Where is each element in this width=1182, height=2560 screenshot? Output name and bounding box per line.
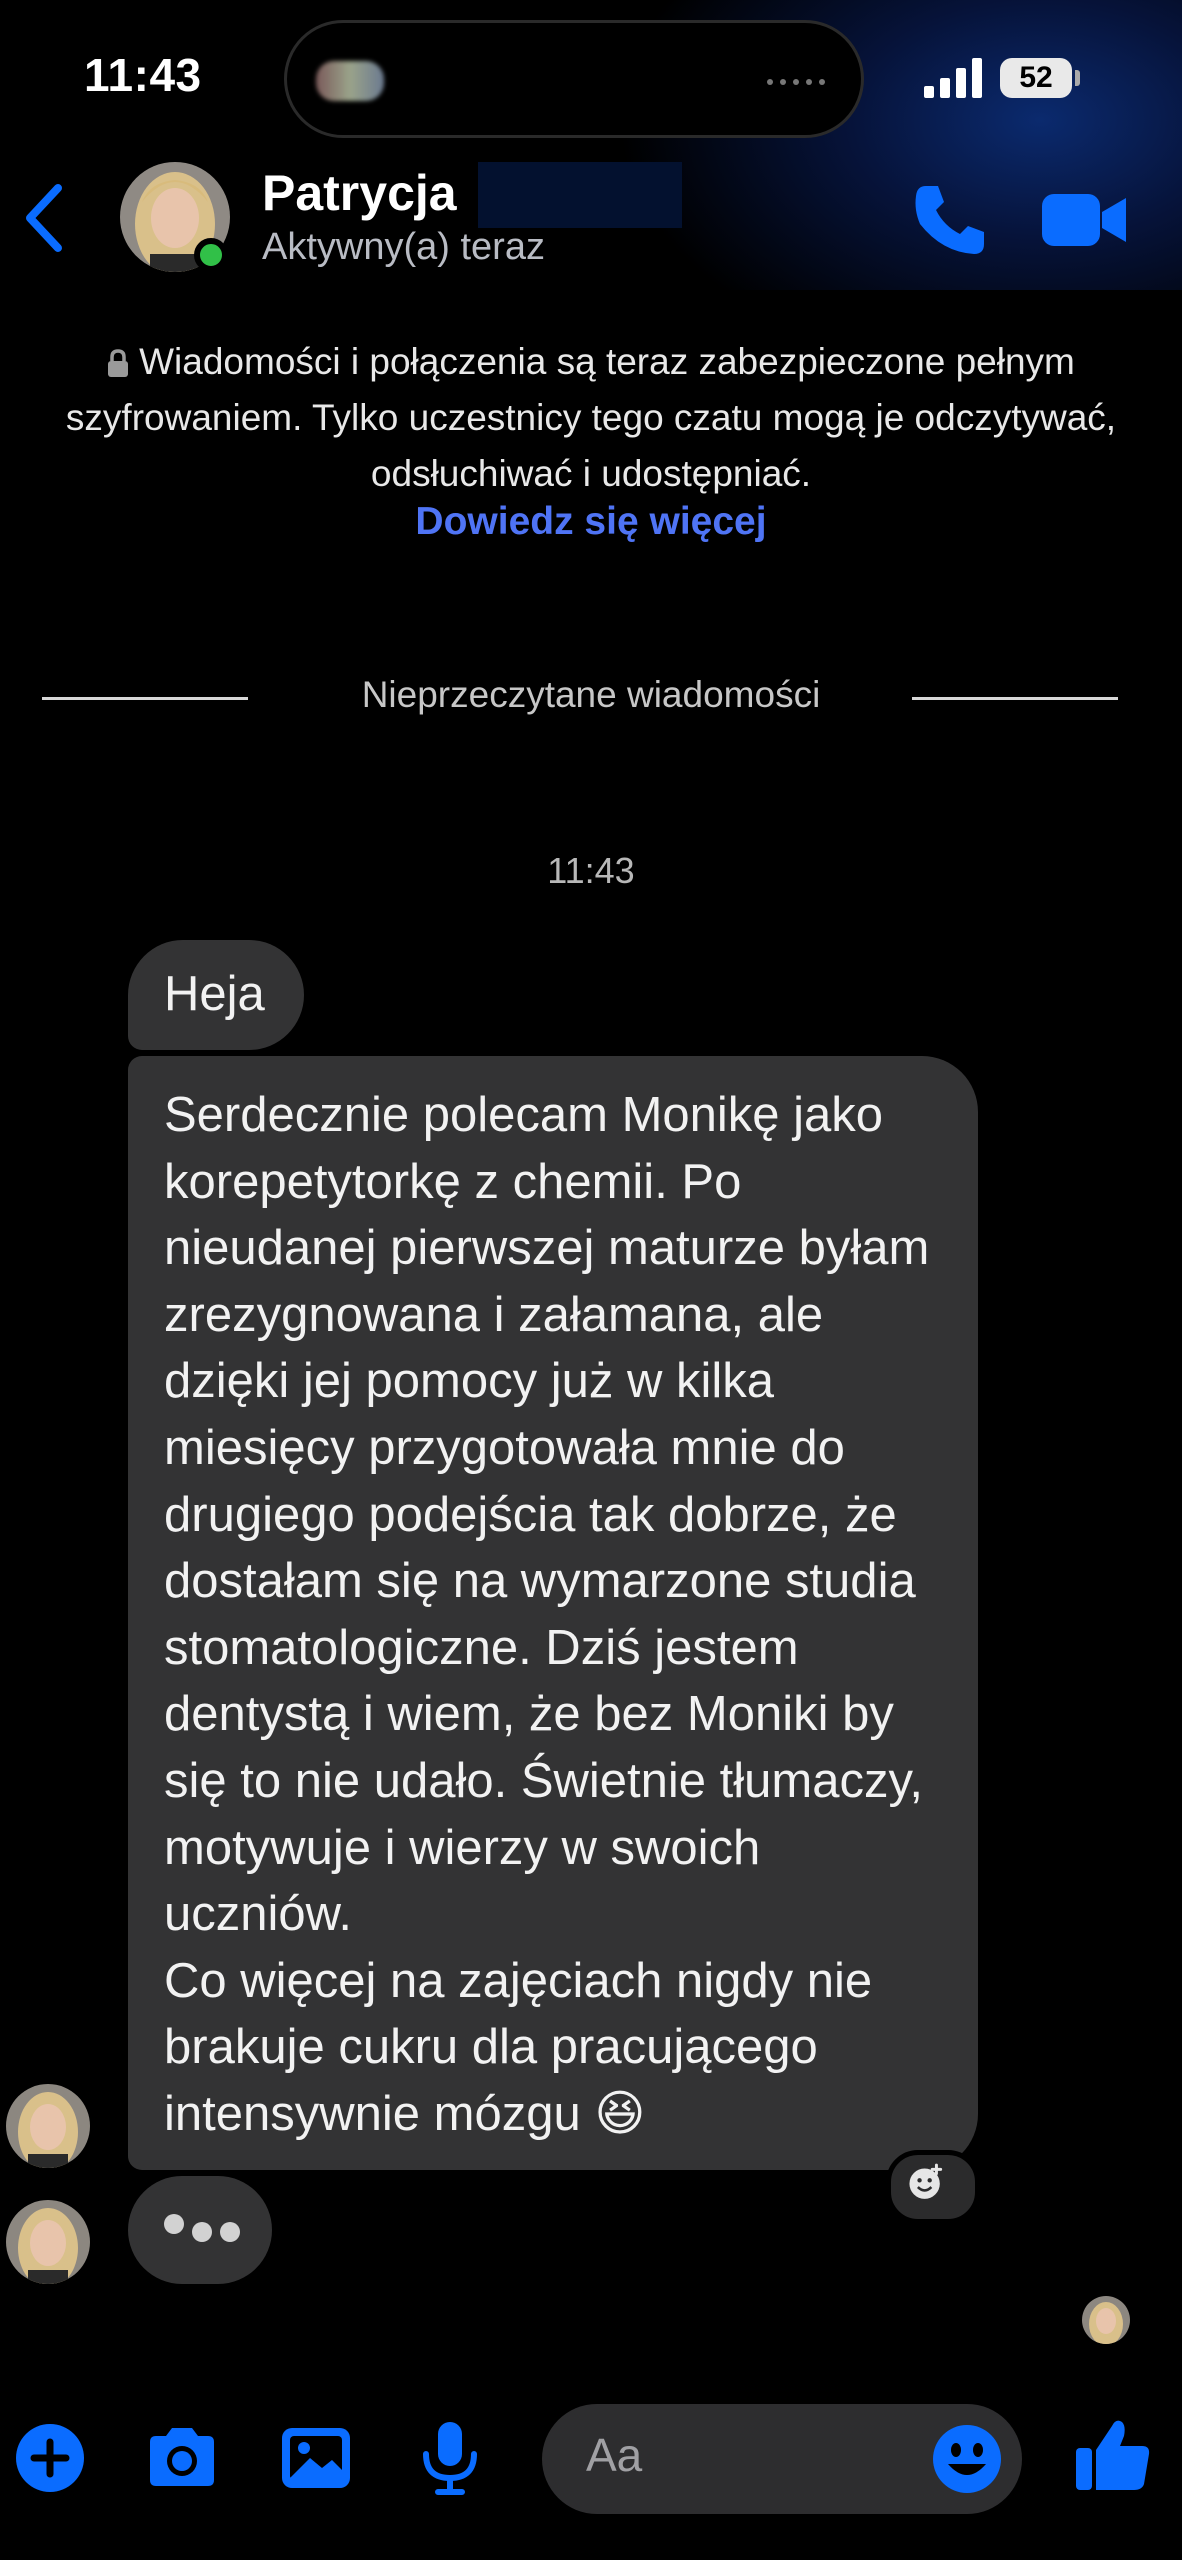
add-reaction-button[interactable] <box>886 2150 980 2224</box>
typing-avatar[interactable] <box>6 2200 90 2284</box>
status-time: 11:43 <box>84 49 202 101</box>
online-status-dot <box>194 238 228 272</box>
back-icon[interactable] <box>20 178 70 258</box>
island-waveform-icon <box>767 79 825 85</box>
island-media-artwork <box>316 61 384 101</box>
camera-icon[interactable] <box>142 2418 222 2498</box>
contact-name[interactable]: Patrycja <box>262 164 457 222</box>
plus-icon[interactable] <box>10 2418 90 2498</box>
message-input-placeholder: Aa <box>586 2429 643 2481</box>
name-redaction <box>478 162 682 228</box>
gallery-icon[interactable] <box>276 2418 356 2498</box>
message-bubble[interactable]: Heja <box>128 940 304 1050</box>
lock-icon <box>108 349 129 377</box>
battery-cap <box>1075 70 1080 86</box>
message-timestamp: 11:43 <box>547 850 635 891</box>
video-camera-icon[interactable] <box>1040 186 1130 254</box>
battery-icon: 52 <box>1000 58 1072 98</box>
encryption-notice: Wiadomości i połączenia są teraz zabezpi… <box>20 334 1162 502</box>
dynamic-island <box>284 20 864 138</box>
unread-divider-label: Nieprzeczytane wiadomości <box>361 674 821 715</box>
typing-dot <box>192 2222 212 2242</box>
typing-indicator <box>128 2176 272 2284</box>
typing-dot <box>220 2222 240 2242</box>
typing-dot <box>164 2214 184 2234</box>
emoji-icon[interactable] <box>930 2422 1004 2496</box>
message-bubble[interactable]: Serdecznie polecam Monikę jako korepetyt… <box>128 1056 978 2170</box>
emoji-plus-icon <box>909 2163 943 2199</box>
messenger-chat-screen: 11:43 52 Patrycja Aktywny(a) teraz Wiado… <box>0 0 1182 2560</box>
thumbs-up-icon[interactable] <box>1072 2414 1154 2496</box>
encryption-notice-text: Wiadomości i połączenia są teraz zabezpi… <box>65 341 1117 494</box>
learn-more-link[interactable]: Dowiedz się więcej <box>0 500 1182 544</box>
seen-receipt-avatar <box>1082 2296 1130 2344</box>
sender-avatar[interactable] <box>6 2084 90 2168</box>
microphone-icon[interactable] <box>410 2418 490 2498</box>
phone-icon[interactable] <box>910 180 990 260</box>
signal-icon <box>924 58 982 98</box>
presence-status: Aktywny(a) teraz <box>262 226 545 268</box>
